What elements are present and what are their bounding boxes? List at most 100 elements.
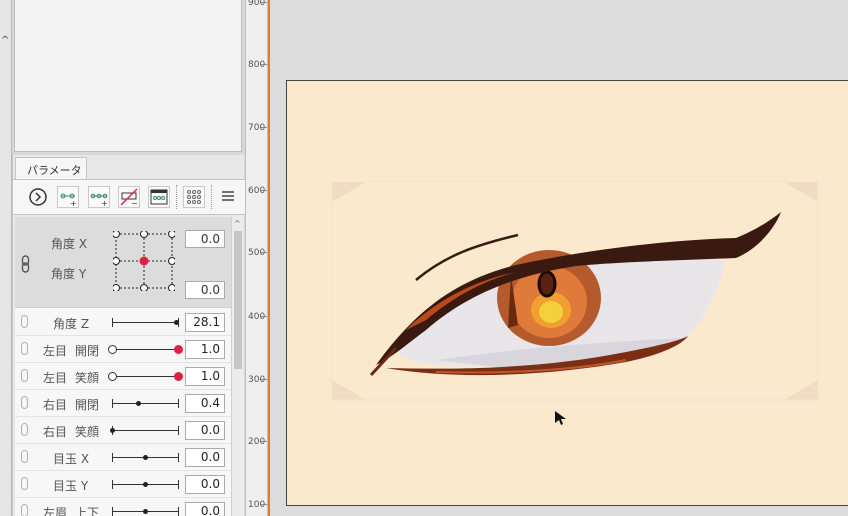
parameters-panel: パラメータ + + − 角度 X 角度 Y 0.0 0.0 角度 Z 28.1 …: [12, 155, 245, 516]
slider-max-cap: [178, 480, 179, 489]
parameter-subname: 笑顔: [75, 371, 100, 385]
parameter-name: 左眉: [43, 506, 68, 516]
key-window-icon[interactable]: [148, 186, 170, 208]
ruler-tick: [261, 2, 267, 3]
link-icon[interactable]: [21, 342, 28, 355]
ruler-tick: [261, 441, 267, 442]
slider-track[interactable]: [112, 376, 178, 377]
parameter-subname: 開閉: [75, 344, 100, 358]
parameter-row[interactable]: 右目 開閉 0.4: [15, 390, 231, 417]
slider-min-cap: [112, 318, 113, 327]
add-key-icon[interactable]: +: [57, 186, 79, 208]
angle-x-label: 角度 X: [51, 237, 88, 251]
slider-handle[interactable]: [109, 428, 115, 433]
parameter-row[interactable]: 右目 笑顔 0.0: [15, 417, 231, 444]
slider-min-cap: [112, 453, 113, 462]
parameter-name: 左目: [43, 371, 68, 385]
scroll-up-icon[interactable]: ^: [234, 219, 241, 228]
parameter-value[interactable]: 1.0: [185, 367, 225, 386]
parameter-name: 目玉 Y: [53, 479, 89, 493]
parameter-value[interactable]: 0.0: [185, 475, 225, 494]
upper-panel: [14, 0, 242, 152]
parameter-row[interactable]: 左目 開閉 1.0: [15, 336, 231, 363]
ruler-tick: [261, 190, 267, 191]
vertical-ruler: 900 800 700 600 500 400 300 200 100: [245, 0, 268, 516]
left-collapse-strip[interactable]: ^: [0, 0, 12, 516]
ruler-label: 400: [248, 312, 266, 322]
parameter-value[interactable]: 0.0: [185, 448, 225, 467]
slider-start-handle[interactable]: [108, 345, 117, 354]
mouse-cursor-icon: [555, 411, 566, 425]
ruler-label: 100: [248, 500, 266, 510]
parameter-scrollbar[interactable]: ^: [231, 217, 243, 516]
parameter-name: 右目: [43, 425, 68, 439]
play-circle-icon[interactable]: [27, 186, 49, 208]
link-icon[interactable]: [21, 450, 28, 463]
parameter-name: 右目: [43, 398, 68, 412]
slider-max-cap: [178, 426, 179, 435]
parameter-row[interactable]: 目玉 X 0.0: [15, 444, 231, 471]
slider-handle[interactable]: [173, 345, 183, 354]
parameter-name: 左目: [43, 344, 68, 358]
slider-min-cap: [112, 399, 113, 408]
svg-text:+: +: [101, 199, 108, 207]
slider-track[interactable]: [112, 349, 178, 350]
slider-track[interactable]: [112, 322, 178, 323]
link-icon[interactable]: [21, 315, 28, 328]
slider-min-cap: [112, 507, 113, 516]
angle-y-value[interactable]: 0.0: [185, 281, 225, 299]
ruler-label: 700: [248, 123, 266, 133]
ruler-tick: [261, 504, 267, 505]
parameter-row[interactable]: 角度 Z 28.1: [15, 309, 231, 336]
scrollbar-thumb[interactable]: [234, 231, 242, 369]
slider-handle[interactable]: [135, 401, 141, 406]
slider-handle[interactable]: [142, 455, 148, 460]
parameter-subname: 開閉: [75, 398, 100, 412]
link-icon[interactable]: [21, 255, 31, 276]
tab-parameters[interactable]: パラメータ: [15, 157, 87, 179]
parameter-row[interactable]: 目玉 Y 0.0: [15, 471, 231, 498]
slider-handle[interactable]: [142, 482, 148, 487]
link-icon[interactable]: [21, 396, 28, 409]
link-icon[interactable]: [21, 504, 28, 516]
parameter-row[interactable]: 左目 笑顔 1.0: [15, 363, 231, 390]
link-icon[interactable]: [21, 369, 28, 382]
parameter-subname: 上下: [75, 506, 100, 516]
angle-xy-grid[interactable]: [112, 230, 176, 292]
slider-handle[interactable]: [142, 509, 148, 514]
ruler-tick: [261, 127, 267, 128]
slider-handle[interactable]: [173, 320, 179, 325]
ruler-tick: [261, 379, 267, 380]
eye-artwork: [331, 181, 819, 401]
add-keys-icon[interactable]: +: [88, 186, 110, 208]
parameters-toolbar: + + −: [13, 179, 245, 215]
ruler-tick: [261, 316, 267, 317]
keys-grid-icon[interactable]: [183, 186, 205, 208]
parameter-list: 角度 X 角度 Y 0.0 0.0 角度 Z 28.1 左目 開閉 1.0 左目…: [15, 217, 231, 516]
slider-start-handle[interactable]: [108, 372, 117, 381]
parameter-value[interactable]: 0.4: [185, 394, 225, 413]
chevron-up-icon[interactable]: ^: [1, 35, 9, 46]
slider-track[interactable]: [112, 430, 178, 431]
angle-x-value[interactable]: 0.0: [185, 230, 225, 248]
slider-handle[interactable]: [173, 372, 183, 381]
link-icon[interactable]: [21, 477, 28, 490]
menu-icon[interactable]: [218, 186, 240, 208]
ruler-label: 600: [248, 186, 266, 196]
parameter-value[interactable]: 28.1: [185, 313, 225, 332]
ruler-label: 200: [248, 437, 266, 447]
parameter-name: 目玉 X: [53, 452, 90, 466]
angle-xy-parameter[interactable]: 角度 X 角度 Y 0.0 0.0: [15, 217, 231, 308]
parameter-subname: 笑顔: [75, 425, 100, 439]
parameter-value[interactable]: 0.0: [185, 502, 225, 516]
link-icon[interactable]: [21, 423, 28, 436]
slider-max-cap: [178, 399, 179, 408]
parameter-row[interactable]: 左眉 上下 0.0: [15, 498, 231, 516]
slider-track[interactable]: [112, 403, 178, 404]
slider-max-cap: [178, 507, 179, 516]
toolbar-separator: [176, 185, 177, 209]
parameter-value[interactable]: 1.0: [185, 340, 225, 359]
delete-key-icon[interactable]: −: [118, 186, 140, 208]
parameter-value[interactable]: 0.0: [185, 421, 225, 440]
angle-y-label: 角度 Y: [51, 267, 87, 281]
